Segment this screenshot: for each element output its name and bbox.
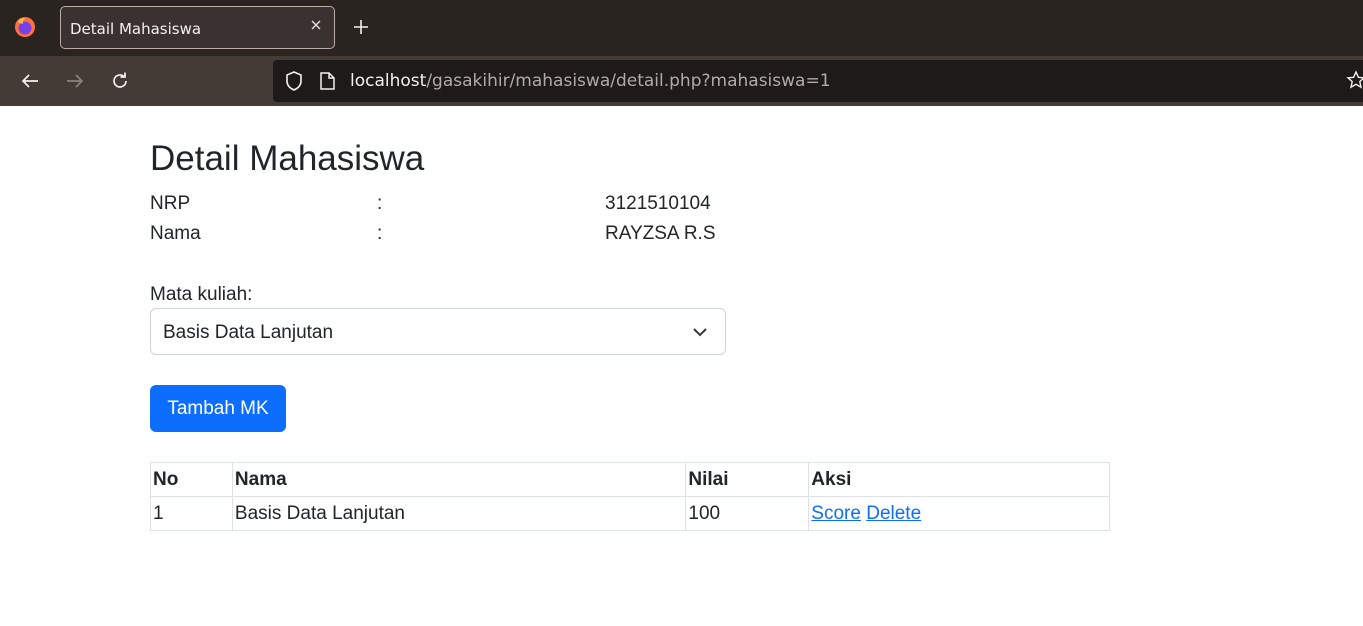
browser-tab-bar: Detail Mahasiswa [0,0,1363,56]
tambah-mk-button[interactable]: Tambah MK [150,385,286,432]
cell-nilai: 100 [685,496,810,531]
info-row-nama: Nama : RAYZSA R.S [150,223,850,247]
tab-title: Detail Mahasiswa [70,20,202,38]
nama-value: RAYZSA R.S [605,223,716,244]
firefox-logo-icon[interactable] [14,16,36,38]
header-aksi: Aksi [808,462,1110,497]
chevron-down-icon [692,324,708,340]
url-bar[interactable]: localhost/gasakihir/mahasiswa/detail.php… [273,60,1363,102]
info-row-nrp: NRP : 3121510104 [150,193,850,217]
table-row: 1 Basis Data Lanjutan 100 Score Delete [150,496,1110,531]
plus-icon[interactable] [351,17,371,37]
mata-kuliah-selected-value: Basis Data Lanjutan [163,322,334,343]
star-icon[interactable] [1346,70,1363,90]
forward-arrow-icon[interactable] [64,70,86,92]
mata-kuliah-label: Mata kuliah: [150,284,253,305]
nrp-colon: : [377,193,383,214]
browser-nav-bar: localhost/gasakihir/mahasiswa/detail.php… [0,56,1363,106]
cell-nama: Basis Data Lanjutan [231,496,687,531]
back-arrow-icon[interactable] [19,70,41,92]
header-no: No [150,462,233,497]
reload-icon[interactable] [109,70,131,92]
close-icon[interactable] [308,17,324,33]
page-title: Detail Mahasiswa [150,139,425,178]
mata-kuliah-select[interactable]: Basis Data Lanjutan [150,308,726,355]
header-nama: Nama [231,462,687,497]
page-icon[interactable] [319,71,336,91]
nrp-value: 3121510104 [605,193,711,214]
shield-icon[interactable] [284,70,304,92]
cell-aksi: Score Delete [808,496,1110,531]
header-nilai: Nilai [685,462,810,497]
mata-kuliah-table: No Nama Nilai Aksi 1 Basis Data Lanjutan… [150,462,1110,531]
nrp-label: NRP [150,193,191,214]
score-link[interactable]: Score [811,503,861,524]
url-host: localhost [350,71,427,91]
url-text[interactable]: localhost/gasakihir/mahasiswa/detail.php… [350,71,831,91]
nama-colon: : [377,223,383,244]
delete-link[interactable]: Delete [866,503,921,524]
browser-tab-active[interactable]: Detail Mahasiswa [60,6,335,49]
cell-no: 1 [150,496,233,531]
url-path: /gasakihir/mahasiswa/detail.php?mahasisw… [426,71,831,91]
nama-label: Nama [150,223,201,244]
table-header-row: No Nama Nilai Aksi [150,462,1110,497]
